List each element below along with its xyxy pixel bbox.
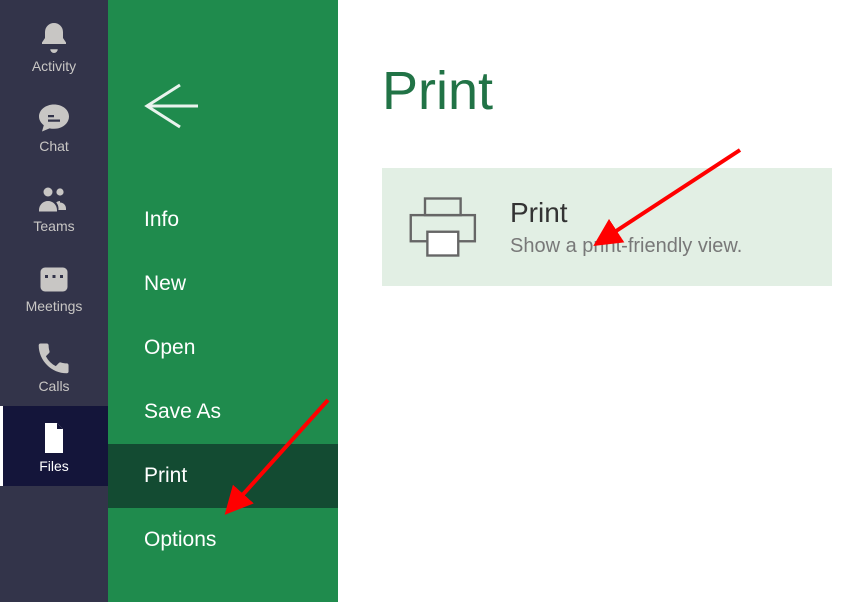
file-menu-new[interactable]: New xyxy=(108,252,338,316)
rail-item-files[interactable]: Files xyxy=(0,406,108,486)
print-preview-button[interactable]: Print Show a print-friendly view. xyxy=(382,168,832,286)
rail-label: Activity xyxy=(32,58,76,74)
rail-item-activity[interactable]: Activity xyxy=(0,6,108,86)
bell-icon xyxy=(36,20,72,56)
rail-label: Calls xyxy=(38,378,69,394)
printer-icon xyxy=(406,192,482,262)
rail-item-chat[interactable]: Chat xyxy=(0,86,108,166)
file-menu-open[interactable]: Open xyxy=(108,316,338,380)
print-card-text: Print Show a print-friendly view. xyxy=(510,197,742,258)
page-title: Print xyxy=(382,60,851,122)
print-content: Print Print Show a print-friendly view. xyxy=(338,0,851,602)
rail-label: Chat xyxy=(39,138,69,154)
file-icon xyxy=(36,420,72,456)
print-card-subtitle: Show a print-friendly view. xyxy=(510,235,742,258)
file-backstage-menu: Info New Open Save As Print Options xyxy=(108,0,338,602)
file-menu-print[interactable]: Print xyxy=(108,444,338,508)
rail-item-teams[interactable]: Teams xyxy=(0,166,108,246)
rail-label: Teams xyxy=(33,218,74,234)
rail-item-meetings[interactable]: Meetings xyxy=(0,246,108,326)
rail-label: Meetings xyxy=(26,298,83,314)
file-menu-save-as[interactable]: Save As xyxy=(108,380,338,444)
calendar-icon xyxy=(36,260,72,296)
rail-label: Files xyxy=(39,458,69,474)
teams-rail: Activity Chat Teams Meetings Calls Files xyxy=(0,0,108,602)
chat-icon xyxy=(36,100,72,136)
rail-item-calls[interactable]: Calls xyxy=(0,326,108,406)
print-card-title: Print xyxy=(510,197,742,229)
back-arrow-icon[interactable] xyxy=(132,70,204,142)
file-menu-options[interactable]: Options xyxy=(108,508,338,572)
phone-icon xyxy=(36,340,72,376)
teams-icon xyxy=(36,180,72,216)
file-menu-info[interactable]: Info xyxy=(108,188,338,252)
